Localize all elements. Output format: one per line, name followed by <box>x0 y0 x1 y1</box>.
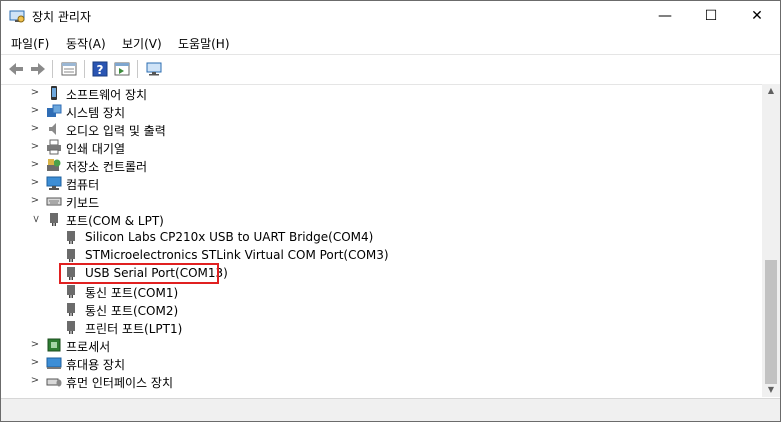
port-icon <box>67 321 75 334</box>
close-button[interactable]: ✕ <box>734 1 780 31</box>
device-manager-window: 장치 관리자 — ☐ ✕ 파일(F) 동작(A) 보기(V) 도움말(H) ? <box>0 0 781 422</box>
port-item-cp210x[interactable]: Silicon Labs CP210x USB to UART Bridge(C… <box>1 228 701 246</box>
tree-item-label: 통신 포트(COM2) <box>85 304 179 318</box>
keyboard-icon <box>46 197 62 206</box>
minimize-button[interactable]: — <box>642 1 688 31</box>
tree-item-system-devices[interactable]: > 시스템 장치 <box>1 102 701 120</box>
tree-item-storage-controllers[interactable]: > 저장소 컨트롤러 <box>1 156 701 174</box>
device-manager-icon <box>9 10 25 23</box>
highlight-box <box>59 263 219 284</box>
system-icon <box>47 104 62 117</box>
monitor-icon[interactable] <box>144 59 164 79</box>
scroll-down-icon[interactable]: ▼ <box>762 383 780 397</box>
port-item-com1[interactable]: 통신 포트(COM1) <box>1 282 701 300</box>
chevron-right-icon[interactable]: > <box>30 159 40 171</box>
chevron-right-icon[interactable]: > <box>30 141 40 153</box>
tree-item-software-devices[interactable]: > 소프트웨어 장치 <box>1 84 701 102</box>
tree-item-label: 키보드 <box>66 196 100 210</box>
tree-item-keyboard[interactable]: > 키보드 <box>1 192 701 210</box>
menu-help[interactable]: 도움말(H) <box>178 35 230 52</box>
panel-icon[interactable] <box>112 59 132 79</box>
svg-text:?: ? <box>97 63 104 77</box>
menu-bar: 파일(F) 동작(A) 보기(V) 도움말(H) <box>1 31 780 53</box>
toolbar-separator <box>137 60 138 78</box>
printer-icon <box>47 139 61 155</box>
tree-item-label: Silicon Labs CP210x USB to UART Bridge(C… <box>85 230 374 244</box>
cpu-icon <box>47 338 61 352</box>
title-bar: 장치 관리자 — ☐ ✕ <box>1 1 780 31</box>
tree-item-processors[interactable]: > 프로세서 <box>1 336 701 354</box>
scroll-up-icon[interactable]: ▲ <box>762 84 780 98</box>
tree-item-label: 오디오 입력 및 출력 <box>66 124 166 138</box>
port-icon <box>67 285 75 298</box>
back-icon[interactable] <box>6 59 26 79</box>
tree-item-label: 포트(COM & LPT) <box>66 214 164 228</box>
chevron-right-icon[interactable]: > <box>30 123 40 135</box>
port-item-com2[interactable]: 통신 포트(COM2) <box>1 300 701 318</box>
tree-item-label: 휴대용 장치 <box>66 358 126 372</box>
menu-view[interactable]: 보기(V) <box>122 35 162 52</box>
window-title: 장치 관리자 <box>32 10 92 24</box>
chevron-right-icon[interactable]: > <box>30 177 40 189</box>
chevron-right-icon[interactable]: > <box>30 375 40 387</box>
port-item-stlink[interactable]: STMicroelectronics STLink Virtual COM Po… <box>1 246 701 264</box>
port-icon <box>67 249 75 262</box>
tree-item-label: STMicroelectronics STLink Virtual COM Po… <box>85 248 389 262</box>
portable-icon <box>46 357 62 369</box>
port-icon <box>50 213 58 226</box>
chevron-right-icon[interactable]: > <box>30 195 40 207</box>
chevron-down-icon[interactable]: > <box>29 214 41 224</box>
toolbar-separator <box>84 60 85 78</box>
menu-file[interactable]: 파일(F) <box>11 35 49 52</box>
chevron-right-icon[interactable]: > <box>30 339 40 351</box>
phone-icon <box>51 86 57 100</box>
vertical-scrollbar[interactable]: ▲ ▼ <box>762 84 780 397</box>
hid-icon <box>46 378 62 387</box>
tree-item-print-queues[interactable]: > 인쇄 대기열 <box>1 138 701 156</box>
status-bar <box>1 398 780 421</box>
tree-item-label: 인쇄 대기열 <box>66 142 126 156</box>
tree-item-label: 통신 포트(COM1) <box>85 286 179 300</box>
port-icon <box>67 303 75 316</box>
chevron-right-icon[interactable]: > <box>30 105 40 117</box>
device-tree: > 소프트웨어 장치 > 시스템 장치 > 오디오 입력 및 출력 > 인쇄 대… <box>1 84 762 397</box>
tree-item-label: 시스템 장치 <box>66 106 126 120</box>
toolbar: ? <box>1 54 780 85</box>
scroll-thumb[interactable] <box>765 260 777 384</box>
port-icon <box>67 231 75 244</box>
computer-icon <box>46 176 62 190</box>
tree-item-label: 프로세서 <box>66 340 111 354</box>
chevron-right-icon[interactable]: > <box>30 357 40 369</box>
properties-icon[interactable] <box>59 59 79 79</box>
forward-icon[interactable] <box>28 59 48 79</box>
menu-action[interactable]: 동작(A) <box>66 35 106 52</box>
tree-item-label: 프린터 포트(LPT1) <box>85 322 183 336</box>
help-icon[interactable]: ? <box>90 59 110 79</box>
tree-item-ports[interactable]: > 포트(COM & LPT) <box>1 210 701 228</box>
tree-item-label: 소프트웨어 장치 <box>66 88 148 102</box>
tree-item-audio-io[interactable]: > 오디오 입력 및 출력 <box>1 120 701 138</box>
tree-item-label: 컴퓨터 <box>66 178 100 192</box>
speaker-icon <box>49 123 56 135</box>
tree-item-label: 저장소 컨트롤러 <box>66 160 148 174</box>
tree-item-portable-devices[interactable]: > 휴대용 장치 <box>1 354 701 372</box>
tree-item-computer[interactable]: > 컴퓨터 <box>1 174 701 192</box>
storage-icon <box>47 159 61 171</box>
maximize-button[interactable]: ☐ <box>688 1 734 31</box>
tree-item-label: 휴먼 인터페이스 장치 <box>66 376 173 390</box>
toolbar-separator <box>52 60 53 78</box>
port-item-lpt1[interactable]: 프린터 포트(LPT1) <box>1 318 701 336</box>
tree-item-hid[interactable]: > 휴먼 인터페이스 장치 <box>1 372 701 390</box>
chevron-right-icon[interactable]: > <box>30 87 40 99</box>
